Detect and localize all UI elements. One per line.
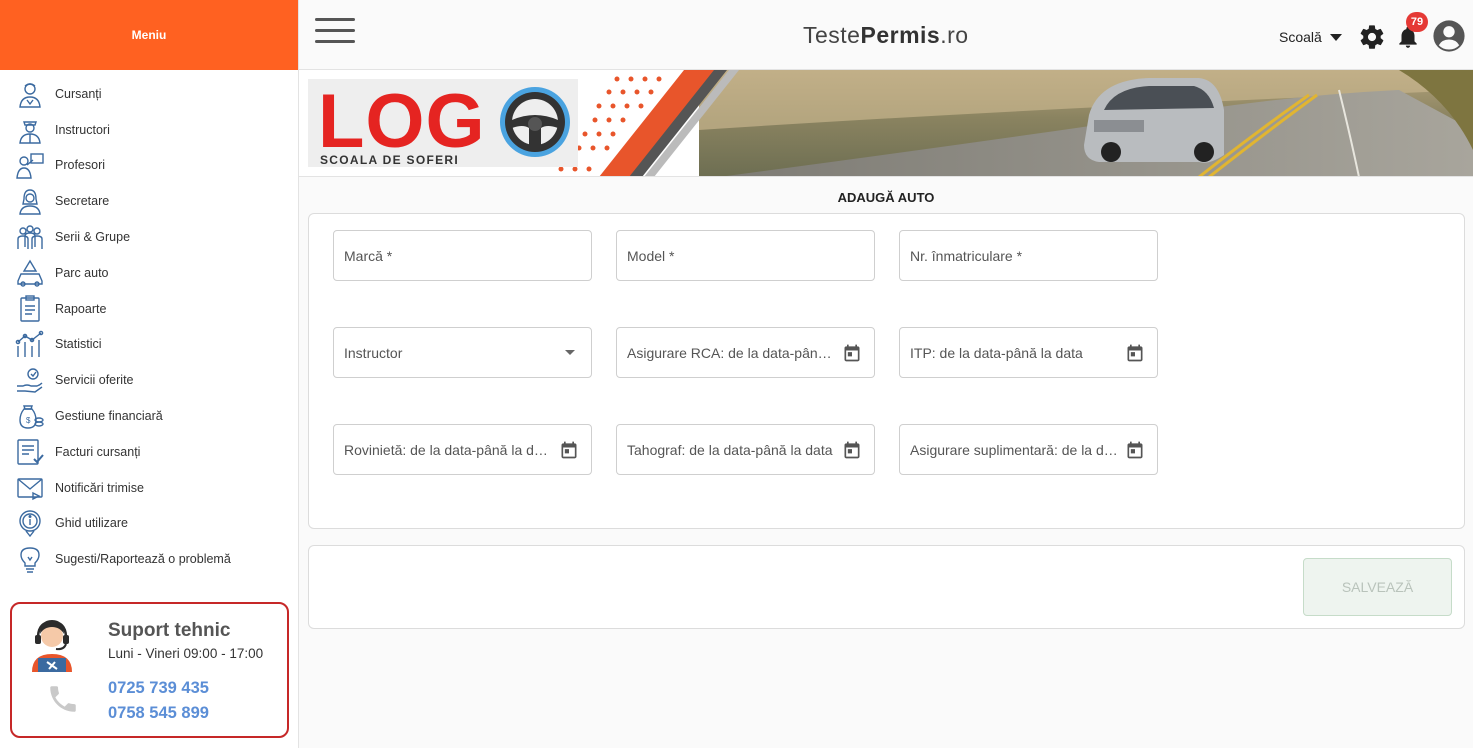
brand-bold: Permis xyxy=(860,22,941,48)
support-phone-1[interactable]: 0725 739 435 xyxy=(108,679,209,698)
support-title: Suport tehnic xyxy=(108,620,231,641)
support-box: Suport tehnic Luni - Vineri 09:00 - 17:0… xyxy=(10,602,289,738)
model-field[interactable]: Model * xyxy=(616,230,875,281)
model-field-placeholder: Model * xyxy=(627,247,675,264)
svg-text:$: $ xyxy=(26,416,31,425)
sidebar-item-label: Gestiune financiară xyxy=(55,409,163,424)
invoice-icon xyxy=(14,436,46,468)
avatar-icon[interactable] xyxy=(1432,19,1466,53)
student-icon xyxy=(14,78,46,110)
statistics-icon xyxy=(14,328,46,360)
sidebar-item-label: Rapoarte xyxy=(55,301,107,316)
sidebar-item-label: Servicii oferite xyxy=(55,373,134,388)
logo-subtitle: SCOALA DE SOFERI xyxy=(320,153,460,167)
sidebar-item-instructori[interactable]: Instructori xyxy=(0,112,298,148)
sidebar: Meniu Cursanți Instructori Profesori Sec… xyxy=(0,0,299,748)
school-banner: LOG SCOALA DE SOFERI xyxy=(299,70,1473,177)
calendar-icon[interactable] xyxy=(842,440,862,460)
app-root: Meniu Cursanți Instructori Profesori Sec… xyxy=(0,0,1473,748)
sidebar-item-profesori[interactable]: Profesori xyxy=(0,148,298,184)
sidebar-item-statistici[interactable]: Statistici xyxy=(0,327,298,363)
sidebar-item-label: Profesori xyxy=(55,158,106,173)
menu-header: Meniu xyxy=(0,0,298,70)
sidebar-item-label: Notificări trimise xyxy=(55,480,144,495)
instructor-icon xyxy=(14,114,46,146)
sidebar-item-notificari[interactable]: Notificări trimise xyxy=(0,470,298,506)
sidebar-item-label: Instructori xyxy=(55,122,110,137)
itp-placeholder: ITP: de la data-până la data xyxy=(910,344,1083,361)
tachograph-placeholder: Tahograf: de la data-până la data xyxy=(627,441,833,458)
vignette-field[interactable]: Rovinietă: de la data-până la data xyxy=(333,424,592,475)
extra-insurance-field[interactable]: Asigurare suplimentară: de la data-până … xyxy=(899,424,1158,475)
gear-icon[interactable] xyxy=(1358,23,1386,51)
form-actions: SALVEAZĂ xyxy=(308,545,1465,629)
guide-icon xyxy=(14,507,46,539)
calendar-icon[interactable] xyxy=(1125,343,1145,363)
sidebar-item-label: Secretare xyxy=(55,194,110,209)
sidebar-item-sugestii[interactable]: Sugesti/Raportează o problemă xyxy=(0,541,298,577)
sidebar-item-label: Sugesti/Raportează o problemă xyxy=(55,552,231,567)
add-car-form: Marcă * Model * Nr. înmatriculare * Inst… xyxy=(308,213,1465,529)
logo-text: LOG xyxy=(318,79,486,164)
page-title: ADAUGĂ AUTO xyxy=(837,190,935,205)
sidebar-item-rapoarte[interactable]: Rapoarte xyxy=(0,291,298,327)
caret-down-icon xyxy=(1329,33,1342,41)
instructor-select[interactable]: Instructor xyxy=(333,327,592,378)
sidebar-item-label: Parc auto xyxy=(55,265,109,280)
brand-suffix: .ro xyxy=(940,22,969,48)
calendar-icon[interactable] xyxy=(842,343,862,363)
sidebar-item-servicii[interactable]: Servicii oferite xyxy=(0,362,298,398)
top-bar: TestePermis.ro Scoală 79 xyxy=(299,0,1473,70)
secretary-icon xyxy=(14,185,46,217)
brand-logo[interactable]: TestePermis.ro xyxy=(803,22,969,49)
rca-insurance-placeholder: Asigurare RCA: de la data-până la data xyxy=(627,344,836,361)
sidebar-item-label: Serii & Grupe xyxy=(55,230,131,245)
sidebar-item-label: Ghid utilizare xyxy=(55,516,128,531)
group-icon xyxy=(14,221,46,253)
rca-insurance-field[interactable]: Asigurare RCA: de la data-până la data xyxy=(616,327,875,378)
phone-icon xyxy=(50,686,76,712)
tachograph-field[interactable]: Tahograf: de la data-până la data xyxy=(616,424,875,475)
teacher-icon xyxy=(14,149,46,181)
extra-insurance-placeholder: Asigurare suplimentară: de la data-până … xyxy=(910,441,1119,458)
notification-sent-icon xyxy=(14,472,46,504)
sidebar-item-ghid[interactable]: Ghid utilizare xyxy=(0,506,298,542)
steering-wheel-icon xyxy=(500,87,570,157)
notification-badge: 79 xyxy=(1406,12,1428,32)
sidebar-item-facturi[interactable]: Facturi cursanți xyxy=(0,434,298,470)
calendar-icon[interactable] xyxy=(1125,440,1145,460)
school-dropdown-label: Scoală xyxy=(1279,29,1322,45)
sidebar-item-serii-grupe[interactable]: Serii & Grupe xyxy=(0,219,298,255)
hamburger-menu-button[interactable] xyxy=(315,18,355,46)
brand-light: Teste xyxy=(803,22,861,48)
finance-icon: $ xyxy=(14,400,46,432)
sidebar-item-label: Facturi cursanți xyxy=(55,444,141,459)
services-icon xyxy=(14,364,46,396)
dropdown-arrow-icon xyxy=(565,350,575,355)
sidebar-item-label: Cursanți xyxy=(55,86,102,101)
sidebar-item-cursanti[interactable]: Cursanți xyxy=(0,76,298,112)
support-agent-icon xyxy=(32,620,72,672)
instructor-select-placeholder: Instructor xyxy=(344,344,403,361)
support-hours: Luni - Vineri 09:00 - 17:00 xyxy=(108,646,264,661)
menu-list: Cursanți Instructori Profesori Secretare xyxy=(0,70,298,577)
sidebar-item-secretare[interactable]: Secretare xyxy=(0,183,298,219)
plate-number-field[interactable]: Nr. înmatriculare * xyxy=(899,230,1158,281)
report-icon xyxy=(14,293,46,325)
sidebar-item-gestiune[interactable]: $ Gestiune financiară xyxy=(0,398,298,434)
school-dropdown[interactable]: Scoală xyxy=(1279,29,1342,45)
calendar-icon[interactable] xyxy=(559,440,579,460)
sidebar-item-label: Statistici xyxy=(55,337,102,352)
car-fleet-icon xyxy=(14,257,46,289)
save-button[interactable]: SALVEAZĂ xyxy=(1303,558,1452,616)
vignette-placeholder: Rovinietă: de la data-până la data xyxy=(344,441,553,458)
support-phone-2[interactable]: 0758 545 899 xyxy=(108,704,209,723)
sidebar-item-parc-auto[interactable]: Parc auto xyxy=(0,255,298,291)
plate-number-placeholder: Nr. înmatriculare * xyxy=(910,247,1023,264)
brand-field[interactable]: Marcă * xyxy=(333,230,592,281)
suggestion-icon xyxy=(14,543,46,575)
itp-field[interactable]: ITP: de la data-până la data xyxy=(899,327,1158,378)
brand-field-placeholder: Marcă * xyxy=(344,247,393,264)
